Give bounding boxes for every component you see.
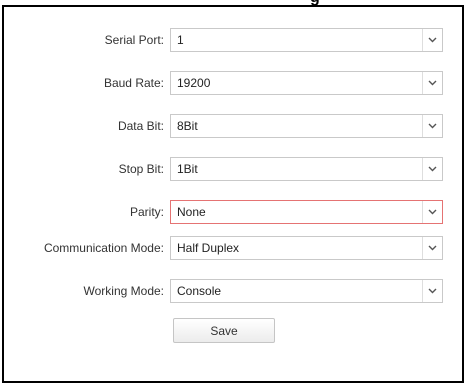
baud-rate-value: 19200 (177, 76, 211, 90)
parity-row: Parity: None (4, 200, 464, 224)
chevron-down-icon[interactable] (422, 115, 442, 137)
chevron-down-icon[interactable] (422, 201, 442, 223)
stop-bit-select[interactable]: 1Bit (170, 157, 443, 181)
parity-select[interactable]: None (170, 200, 443, 224)
communication-mode-select[interactable]: Half Duplex (170, 236, 443, 260)
baud-rate-label: Baud Rate: (103, 76, 164, 90)
serial-settings-panel: Serial Port: 1 Baud Rate: 19200 Data Bit… (2, 5, 464, 383)
serial-port-select[interactable]: 1 (170, 28, 443, 52)
chevron-down-icon[interactable] (422, 72, 442, 94)
chevron-down-icon[interactable] (422, 29, 442, 51)
parity-value: None (177, 205, 206, 219)
chevron-down-icon[interactable] (422, 280, 442, 302)
communication-mode-label: Communication Mode: (43, 241, 164, 255)
working-mode-label: Working Mode: (83, 284, 164, 298)
working-mode-select[interactable]: Console (170, 279, 443, 303)
serial-port-value: 1 (177, 33, 184, 47)
communication-mode-row: Communication Mode: Half Duplex (4, 236, 464, 260)
serial-port-row: Serial Port: 1 (4, 28, 464, 52)
chevron-down-icon[interactable] (422, 237, 442, 259)
chevron-down-icon[interactable] (422, 158, 442, 180)
working-mode-value: Console (177, 284, 222, 298)
stop-bit-label: Stop Bit: (118, 162, 164, 176)
data-bit-row: Data Bit: 8Bit (4, 114, 464, 138)
working-mode-row: Working Mode: Console (4, 279, 464, 303)
parity-label: Parity: (129, 205, 164, 219)
data-bit-select[interactable]: 8Bit (170, 114, 443, 138)
communication-mode-value: Half Duplex (177, 241, 240, 255)
stop-bit-value: 1Bit (177, 162, 198, 176)
data-bit-value: 8Bit (177, 119, 198, 133)
serial-port-label: Serial Port: (104, 33, 164, 47)
save-button[interactable]: Save (173, 318, 275, 343)
stop-bit-row: Stop Bit: 1Bit (4, 157, 464, 181)
data-bit-label: Data Bit: (117, 119, 164, 133)
baud-rate-select[interactable]: 19200 (170, 71, 443, 95)
baud-rate-row: Baud Rate: 19200 (4, 71, 464, 95)
